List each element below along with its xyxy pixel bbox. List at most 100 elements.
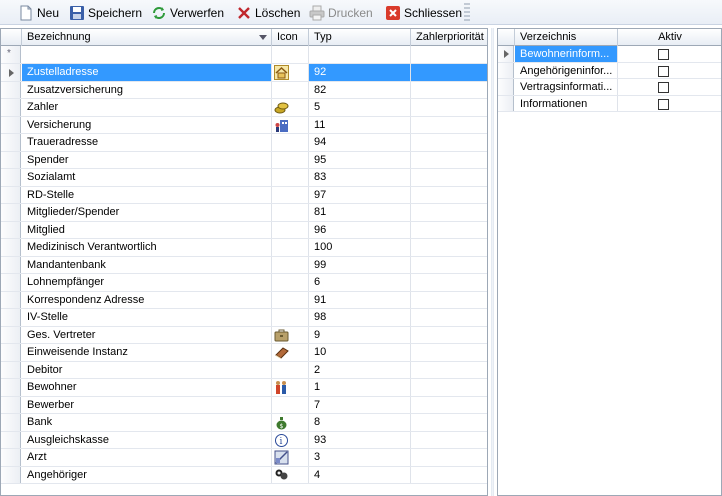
bezeichnung-cell[interactable]: Bank: [22, 414, 272, 431]
icon-cell[interactable]: [272, 396, 309, 413]
zahlerprioritaet-cell[interactable]: [411, 82, 487, 99]
table-row[interactable]: Mandantenbank 99: [1, 256, 487, 274]
icon-cell[interactable]: [272, 379, 309, 396]
zahlerprioritaet-cell[interactable]: [411, 274, 487, 291]
icon-cell[interactable]: [272, 466, 309, 483]
table-row[interactable]: Traueradresse 94: [1, 134, 487, 152]
table-row[interactable]: Zusatzversicherung 82: [1, 81, 487, 99]
typ-cell[interactable]: 91: [309, 291, 411, 308]
row-indicator[interactable]: [1, 221, 21, 238]
row-indicator[interactable]: [1, 291, 21, 308]
icon-cell[interactable]: [272, 221, 309, 238]
column-header-verzeichnis[interactable]: Verzeichnis: [515, 29, 618, 46]
icon-cell[interactable]: [272, 151, 309, 168]
icon-cell[interactable]: [272, 64, 309, 81]
typ-cell[interactable]: 11: [309, 116, 411, 133]
typ-cell[interactable]: 82: [309, 81, 411, 98]
row-indicator[interactable]: [1, 309, 21, 326]
column-header-typ[interactable]: Typ: [309, 29, 411, 46]
row-indicator[interactable]: [1, 431, 21, 448]
typ-cell[interactable]: 9: [309, 326, 411, 343]
bezeichnung-cell[interactable]: Debitor: [22, 361, 272, 378]
table-row[interactable]: Mitglied 96: [1, 221, 487, 239]
typ-cell[interactable]: 2: [309, 361, 411, 378]
typ-cell[interactable]: 3: [309, 449, 411, 466]
zahlerprioritaet-cell[interactable]: [411, 257, 487, 274]
icon-cell[interactable]: [272, 256, 309, 273]
typ-cell[interactable]: 6: [309, 274, 411, 291]
row-indicator[interactable]: [1, 361, 21, 378]
row-indicator[interactable]: [1, 256, 21, 273]
table-row[interactable]: Ges. Vertreter 9: [1, 326, 487, 344]
zahlerprioritaet-cell[interactable]: [411, 414, 487, 431]
directory-row[interactable]: Informationen: [498, 95, 721, 112]
directory-row[interactable]: Vertragsinformati...: [498, 79, 721, 96]
new-row-icon-cell[interactable]: [272, 46, 309, 63]
zahlerprioritaet-cell[interactable]: [411, 467, 487, 484]
splitter[interactable]: [491, 28, 494, 496]
bezeichnung-cell[interactable]: Bewerber: [22, 396, 272, 413]
new-row-typ-cell[interactable]: [309, 46, 411, 63]
new-row[interactable]: *: [1, 46, 487, 64]
zahlerprioritaet-cell[interactable]: [411, 117, 487, 134]
table-row[interactable]: RD-Stelle 97: [1, 186, 487, 204]
close-button[interactable]: Schliessen: [385, 2, 462, 23]
row-indicator[interactable]: [1, 116, 21, 133]
bezeichnung-cell[interactable]: Zusatzversicherung: [22, 81, 272, 98]
typ-cell[interactable]: 81: [309, 204, 411, 221]
zahlerprioritaet-cell[interactable]: [411, 432, 487, 449]
icon-cell[interactable]: [272, 274, 309, 291]
row-indicator[interactable]: [1, 99, 21, 116]
zahlerprioritaet-cell[interactable]: [411, 204, 487, 221]
row-indicator[interactable]: [1, 274, 21, 291]
typ-cell[interactable]: 92: [309, 64, 411, 81]
aktiv-checkbox[interactable]: [658, 98, 669, 110]
toolbar-grip[interactable]: [464, 3, 470, 21]
bezeichnung-cell[interactable]: Arzt: [22, 449, 272, 466]
directory-row[interactable]: Bewohnerinform...: [498, 46, 721, 63]
table-row[interactable]: Zahler 5: [1, 99, 487, 117]
row-indicator[interactable]: [1, 344, 21, 361]
zahlerprioritaet-cell[interactable]: [411, 327, 487, 344]
row-indicator[interactable]: [1, 379, 21, 396]
table-row[interactable]: Zustelladresse 92: [1, 64, 487, 82]
new-row-bezeichnung-cell[interactable]: [22, 46, 272, 63]
icon-cell[interactable]: [272, 239, 309, 256]
row-indicator[interactable]: [1, 186, 21, 203]
row-indicator[interactable]: [1, 326, 21, 343]
typ-cell[interactable]: 97: [309, 186, 411, 203]
zahlerprioritaet-cell[interactable]: [411, 99, 487, 116]
bezeichnung-cell[interactable]: RD-Stelle: [22, 186, 272, 203]
aktiv-checkbox[interactable]: [658, 65, 669, 77]
typ-cell[interactable]: 8: [309, 414, 411, 431]
verzeichnis-cell[interactable]: Bewohnerinform...: [515, 46, 618, 62]
row-indicator[interactable]: [1, 466, 21, 483]
row-indicator[interactable]: [498, 62, 514, 78]
table-row[interactable]: Debitor 2: [1, 361, 487, 379]
bezeichnung-cell[interactable]: Versicherung: [22, 116, 272, 133]
bezeichnung-cell[interactable]: Bewohner: [22, 379, 272, 396]
zahlerprioritaet-cell[interactable]: [411, 169, 487, 186]
row-indicator[interactable]: [1, 204, 21, 221]
typ-cell[interactable]: 93: [309, 431, 411, 448]
icon-cell[interactable]: [272, 326, 309, 343]
column-header-aktiv[interactable]: Aktiv: [618, 29, 721, 46]
bezeichnung-cell[interactable]: IV-Stelle: [22, 309, 272, 326]
typ-cell[interactable]: 100: [309, 239, 411, 256]
directory-row[interactable]: Angehörigeninfor...: [498, 62, 721, 79]
icon-cell[interactable]: [272, 204, 309, 221]
icon-cell[interactable]: [272, 309, 309, 326]
bezeichnung-cell[interactable]: Einweisende Instanz: [22, 344, 272, 361]
verzeichnis-cell[interactable]: Angehörigeninfor...: [515, 62, 618, 78]
zahlerprioritaet-cell[interactable]: [411, 344, 487, 361]
icon-cell[interactable]: [272, 81, 309, 98]
bezeichnung-cell[interactable]: Traueradresse: [22, 134, 272, 151]
table-row[interactable]: Korrespondenz Adresse 91: [1, 291, 487, 309]
zahlerprioritaet-cell[interactable]: [411, 152, 487, 169]
zahlerprioritaet-cell[interactable]: [411, 379, 487, 396]
bezeichnung-cell[interactable]: Zustelladresse: [22, 64, 272, 81]
icon-cell[interactable]: $: [272, 414, 309, 431]
bezeichnung-cell[interactable]: Angehöriger: [22, 466, 272, 483]
icon-cell[interactable]: [272, 291, 309, 308]
aktiv-checkbox[interactable]: [658, 49, 669, 60]
